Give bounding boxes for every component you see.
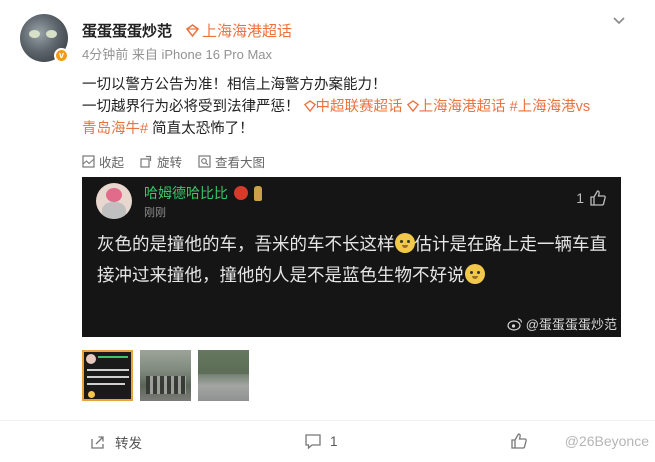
repost-button[interactable]: 转发 [89,432,142,452]
image-toolbar: 收起 旋转 查看大图 [82,152,265,171]
card-username-row: 哈姆德哈比比 [144,183,262,203]
card-like-count: 1 [576,190,584,206]
username[interactable]: 蛋蛋蛋蛋炒范 [82,20,172,41]
card-comment-text: 灰色的是撞他的车，吾米的车不长这样 估计是在路上走一辆车直接冲过来撞他，撞他的人是… [97,229,612,291]
tag-label: 中超联赛超话 [315,99,403,115]
trophy-icon [254,185,262,201]
collapse-icon [82,155,95,168]
rotate-button[interactable]: 旋转 [140,152,182,171]
diamond-icon [186,24,199,37]
thumbs-up-icon [511,433,527,449]
weibo-watermark: @26Beyonce [564,433,649,449]
content-line-3: 青岛海牛# 简直太恐怖了！ [82,118,622,140]
thumbnail-2[interactable] [140,350,191,401]
card-watermark: @蛋蛋蛋蛋炒范 [507,314,617,333]
content-line-2: 一切越界行为必将受到法律严惩！ 中超联赛超话 上海海港超话 #上海海港vs [82,96,622,118]
view-large-label: 查看大图 [215,156,266,170]
card-time: 刚刚 [144,207,166,219]
comment-button[interactable]: 1 [304,432,338,450]
repost-label: 转发 [115,436,142,451]
post-meta: 4分钟前 来自 iPhone 16 Pro Max [82,47,273,62]
divider [0,420,655,421]
verified-badge-icon: v [54,48,69,63]
topic-tag-csl[interactable]: 中超联赛超话 [303,99,407,115]
topic-link[interactable]: 上海海港超话 [186,20,292,41]
view-large-button[interactable]: 查看大图 [198,152,265,171]
comment-count: 1 [330,433,338,449]
card-text-part1: 灰色的是撞他的车，吾米的车不长这样 [97,234,395,254]
rotate-label: 旋转 [157,156,183,170]
weibo-logo-icon [507,317,522,331]
tag-label: 上海海港超话 [418,99,506,115]
content-text: 一切越界行为必将受到法律严惩！ [82,99,300,115]
action-bar: 转发 1 @26Beyonce [0,428,655,458]
zoom-icon [198,155,211,168]
thumbnail-1[interactable] [82,350,133,401]
card-like: 1 [576,189,607,207]
doge-emoji-icon [394,233,415,253]
diamond-icon [406,100,419,113]
content-text-end: 简直太恐怖了！ [148,121,254,137]
card-watermark-text: @蛋蛋蛋蛋炒范 [525,317,617,332]
topic-label: 上海海港超话 [202,23,293,40]
collapse-label: 收起 [99,156,125,170]
post-content: 一切以警方公告为准！相信上海警方办案能力！ 一切越界行为必将受到法律严惩！ 中超… [82,74,622,140]
diamond-icon [303,100,316,113]
chevron-down-icon[interactable] [611,12,627,28]
comment-icon [305,434,321,450]
topic-tag-haigang[interactable]: 上海海港超话 [406,99,510,115]
card-username: 哈姆德哈比比 [144,185,228,201]
image-thumbnails [82,350,249,401]
hashtag-match-cont[interactable]: 青岛海牛# [82,121,148,137]
like-button[interactable] [510,432,528,450]
card-avatar [96,183,132,219]
collapse-button[interactable]: 收起 [82,152,124,171]
doge-emoji-icon [464,264,485,284]
share-icon [91,436,104,449]
hashtag-match[interactable]: #上海海港vs [510,99,591,115]
club-badge-icon [234,186,248,200]
thumbs-up-icon [590,190,606,206]
thumbnail-3[interactable] [198,350,249,401]
embedded-image[interactable]: 哈姆德哈比比 刚刚 1 灰色的是撞他的车，吾米的车不长这样 估计是在路上走一辆车直… [82,177,621,337]
rotate-icon [140,155,152,168]
content-line-1: 一切以警方公告为准！相信上海警方办案能力！ [82,77,387,93]
